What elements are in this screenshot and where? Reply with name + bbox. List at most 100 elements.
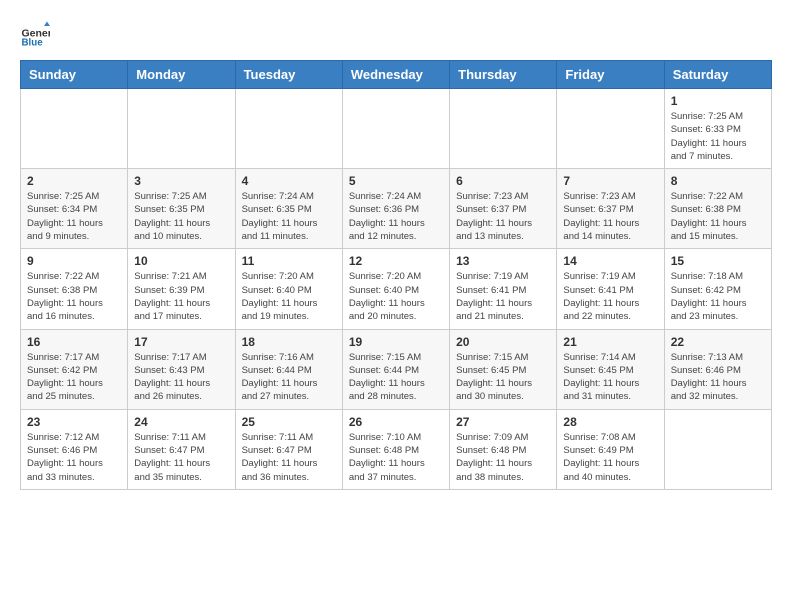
calendar-week-row: 16Sunrise: 7:17 AM Sunset: 6:42 PM Dayli… bbox=[21, 329, 772, 409]
day-number: 21 bbox=[563, 335, 657, 349]
day-info: Sunrise: 7:25 AM Sunset: 6:35 PM Dayligh… bbox=[134, 190, 228, 243]
day-info: Sunrise: 7:19 AM Sunset: 6:41 PM Dayligh… bbox=[456, 270, 550, 323]
day-number: 20 bbox=[456, 335, 550, 349]
day-number: 12 bbox=[349, 254, 443, 268]
calendar-week-row: 1 Sunrise: 7:25 AM Sunset: 6:33 PM Daylig… bbox=[21, 89, 772, 169]
day-info: Sunrise: 7:20 AM Sunset: 6:40 PM Dayligh… bbox=[242, 270, 336, 323]
calendar-cell: 5 Sunrise: 7:24 AM Sunset: 6:36 PM Daylig… bbox=[342, 169, 449, 249]
page-header: General Blue bbox=[20, 20, 772, 50]
day-number: 2 bbox=[27, 174, 121, 188]
calendar-cell: 6 Sunrise: 7:23 AM Sunset: 6:37 PM Daylig… bbox=[450, 169, 557, 249]
day-info: Sunrise: 7:21 AM Sunset: 6:39 PM Dayligh… bbox=[134, 270, 228, 323]
day-info: Sunrise: 7:11 AM Sunset: 6:47 PM Dayligh… bbox=[134, 431, 228, 484]
calendar-cell: 25Sunrise: 7:11 AM Sunset: 6:47 PM Dayli… bbox=[235, 409, 342, 489]
calendar-cell bbox=[342, 89, 449, 169]
day-info: Sunrise: 7:24 AM Sunset: 6:35 PM Dayligh… bbox=[242, 190, 336, 243]
day-info: Sunrise: 7:25 AM Sunset: 6:34 PM Dayligh… bbox=[27, 190, 121, 243]
weekday-header-cell: Thursday bbox=[450, 61, 557, 89]
weekday-header-cell: Monday bbox=[128, 61, 235, 89]
calendar-table: SundayMondayTuesdayWednesdayThursdayFrid… bbox=[20, 60, 772, 490]
day-info: Sunrise: 7:22 AM Sunset: 6:38 PM Dayligh… bbox=[27, 270, 121, 323]
day-number: 11 bbox=[242, 254, 336, 268]
day-info: Sunrise: 7:13 AM Sunset: 6:46 PM Dayligh… bbox=[671, 351, 765, 404]
calendar-cell: 16Sunrise: 7:17 AM Sunset: 6:42 PM Dayli… bbox=[21, 329, 128, 409]
day-info: Sunrise: 7:17 AM Sunset: 6:42 PM Dayligh… bbox=[27, 351, 121, 404]
calendar-cell: 26 Sunrise: 7:10 AM Sunset: 6:48 PM Dayli… bbox=[342, 409, 449, 489]
calendar-week-row: 2 Sunrise: 7:25 AM Sunset: 6:34 PM Daylig… bbox=[21, 169, 772, 249]
day-number: 17 bbox=[134, 335, 228, 349]
calendar-cell: 2 Sunrise: 7:25 AM Sunset: 6:34 PM Daylig… bbox=[21, 169, 128, 249]
weekday-header-cell: Tuesday bbox=[235, 61, 342, 89]
day-info: Sunrise: 7:10 AM Sunset: 6:48 PM Dayligh… bbox=[349, 431, 443, 484]
day-number: 8 bbox=[671, 174, 765, 188]
day-info: Sunrise: 7:17 AM Sunset: 6:43 PM Dayligh… bbox=[134, 351, 228, 404]
logo: General Blue bbox=[20, 20, 50, 50]
calendar-cell: 28Sunrise: 7:08 AM Sunset: 6:49 PM Dayli… bbox=[557, 409, 664, 489]
weekday-header-cell: Sunday bbox=[21, 61, 128, 89]
day-info: Sunrise: 7:15 AM Sunset: 6:45 PM Dayligh… bbox=[456, 351, 550, 404]
calendar-cell: 24 Sunrise: 7:11 AM Sunset: 6:47 PM Dayli… bbox=[128, 409, 235, 489]
weekday-header-cell: Saturday bbox=[664, 61, 771, 89]
weekday-header-row: SundayMondayTuesdayWednesdayThursdayFrid… bbox=[21, 61, 772, 89]
logo-icon: General Blue bbox=[20, 20, 50, 50]
calendar-cell bbox=[450, 89, 557, 169]
calendar-cell: 11 Sunrise: 7:20 AM Sunset: 6:40 PM Dayli… bbox=[235, 249, 342, 329]
day-number: 19 bbox=[349, 335, 443, 349]
calendar-cell bbox=[235, 89, 342, 169]
calendar-cell: 13 Sunrise: 7:19 AM Sunset: 6:41 PM Dayli… bbox=[450, 249, 557, 329]
calendar-cell: 10 Sunrise: 7:21 AM Sunset: 6:39 PM Dayli… bbox=[128, 249, 235, 329]
calendar-cell: 19 Sunrise: 7:15 AM Sunset: 6:44 PM Dayli… bbox=[342, 329, 449, 409]
calendar-cell: 12 Sunrise: 7:20 AM Sunset: 6:40 PM Dayli… bbox=[342, 249, 449, 329]
day-info: Sunrise: 7:16 AM Sunset: 6:44 PM Dayligh… bbox=[242, 351, 336, 404]
calendar-cell: 14 Sunrise: 7:19 AM Sunset: 6:41 PM Dayli… bbox=[557, 249, 664, 329]
day-number: 18 bbox=[242, 335, 336, 349]
calendar-cell: 3Sunrise: 7:25 AM Sunset: 6:35 PM Daylig… bbox=[128, 169, 235, 249]
calendar-cell: 21 Sunrise: 7:14 AM Sunset: 6:45 PM Dayli… bbox=[557, 329, 664, 409]
day-info: Sunrise: 7:18 AM Sunset: 6:42 PM Dayligh… bbox=[671, 270, 765, 323]
day-info: Sunrise: 7:15 AM Sunset: 6:44 PM Dayligh… bbox=[349, 351, 443, 404]
calendar-cell: 27Sunrise: 7:09 AM Sunset: 6:48 PM Dayli… bbox=[450, 409, 557, 489]
day-number: 7 bbox=[563, 174, 657, 188]
day-number: 9 bbox=[27, 254, 121, 268]
calendar-cell: 1 Sunrise: 7:25 AM Sunset: 6:33 PM Daylig… bbox=[664, 89, 771, 169]
calendar-week-row: 23 Sunrise: 7:12 AM Sunset: 6:46 PM Dayli… bbox=[21, 409, 772, 489]
calendar-cell bbox=[21, 89, 128, 169]
calendar-cell: 17 Sunrise: 7:17 AM Sunset: 6:43 PM Dayli… bbox=[128, 329, 235, 409]
calendar-cell: 22 Sunrise: 7:13 AM Sunset: 6:46 PM Dayli… bbox=[664, 329, 771, 409]
calendar-cell: 23 Sunrise: 7:12 AM Sunset: 6:46 PM Dayli… bbox=[21, 409, 128, 489]
day-number: 14 bbox=[563, 254, 657, 268]
calendar-cell bbox=[128, 89, 235, 169]
day-info: Sunrise: 7:23 AM Sunset: 6:37 PM Dayligh… bbox=[456, 190, 550, 243]
day-number: 6 bbox=[456, 174, 550, 188]
calendar-cell bbox=[557, 89, 664, 169]
day-number: 4 bbox=[242, 174, 336, 188]
day-number: 27 bbox=[456, 415, 550, 429]
day-info: Sunrise: 7:11 AM Sunset: 6:47 PM Dayligh… bbox=[242, 431, 336, 484]
day-number: 22 bbox=[671, 335, 765, 349]
calendar-cell: 20 Sunrise: 7:15 AM Sunset: 6:45 PM Dayli… bbox=[450, 329, 557, 409]
calendar-cell: 7 Sunrise: 7:23 AM Sunset: 6:37 PM Daylig… bbox=[557, 169, 664, 249]
day-info: Sunrise: 7:14 AM Sunset: 6:45 PM Dayligh… bbox=[563, 351, 657, 404]
day-number: 10 bbox=[134, 254, 228, 268]
day-info: Sunrise: 7:23 AM Sunset: 6:37 PM Dayligh… bbox=[563, 190, 657, 243]
day-info: Sunrise: 7:12 AM Sunset: 6:46 PM Dayligh… bbox=[27, 431, 121, 484]
day-number: 13 bbox=[456, 254, 550, 268]
day-number: 23 bbox=[27, 415, 121, 429]
calendar-cell: 9 Sunrise: 7:22 AM Sunset: 6:38 PM Daylig… bbox=[21, 249, 128, 329]
calendar-cell: 18 Sunrise: 7:16 AM Sunset: 6:44 PM Dayli… bbox=[235, 329, 342, 409]
day-info: Sunrise: 7:25 AM Sunset: 6:33 PM Dayligh… bbox=[671, 110, 765, 163]
calendar-cell: 15Sunrise: 7:18 AM Sunset: 6:42 PM Dayli… bbox=[664, 249, 771, 329]
weekday-header-cell: Friday bbox=[557, 61, 664, 89]
day-info: Sunrise: 7:19 AM Sunset: 6:41 PM Dayligh… bbox=[563, 270, 657, 323]
day-number: 24 bbox=[134, 415, 228, 429]
day-info: Sunrise: 7:20 AM Sunset: 6:40 PM Dayligh… bbox=[349, 270, 443, 323]
day-info: Sunrise: 7:24 AM Sunset: 6:36 PM Dayligh… bbox=[349, 190, 443, 243]
day-number: 5 bbox=[349, 174, 443, 188]
day-info: Sunrise: 7:22 AM Sunset: 6:38 PM Dayligh… bbox=[671, 190, 765, 243]
weekday-header-cell: Wednesday bbox=[342, 61, 449, 89]
calendar-body: 1 Sunrise: 7:25 AM Sunset: 6:33 PM Daylig… bbox=[21, 89, 772, 490]
svg-text:Blue: Blue bbox=[22, 38, 44, 49]
calendar-cell: 8 Sunrise: 7:22 AM Sunset: 6:38 PM Daylig… bbox=[664, 169, 771, 249]
day-number: 26 bbox=[349, 415, 443, 429]
day-number: 1 bbox=[671, 94, 765, 108]
